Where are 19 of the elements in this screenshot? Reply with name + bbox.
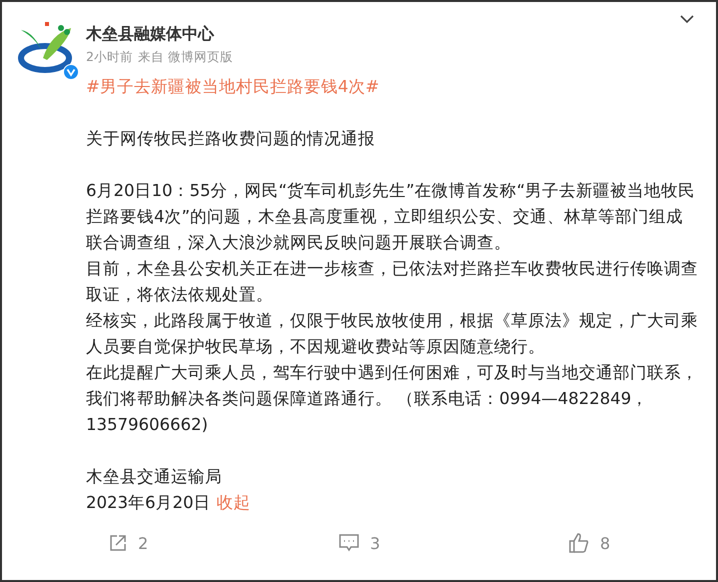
- post-time: 2小时前: [86, 49, 133, 66]
- post-paragraph: 目前，木垒县公安机关正在进一步核查，已依法对拦路拦车收费牧民进行传唤调查取证，将依法依规处置。: [86, 258, 698, 306]
- collapse-link[interactable]: 收起: [216, 490, 250, 516]
- post-paragraph: 经核实，此路段属于牧道，仅限于牧民放牧使用，根据《草原法》规定，广大司乘人员要自觉保护牧民草场，不因规避收费站等原因随意绕行。: [86, 310, 698, 358]
- post-paragraph: 木垒县交通运输局: [86, 466, 223, 488]
- post-source: 来自 微博网页版: [138, 49, 233, 66]
- hashtag-link[interactable]: #男子去新疆被当地村民拦路要钱4次#: [86, 74, 698, 100]
- author-name[interactable]: 木垒县融媒体中心: [86, 23, 233, 45]
- like-count: 8: [600, 534, 610, 552]
- share-icon[interactable]: [108, 533, 128, 553]
- post-paragraph: 关于网传牧民拦路收费问题的情况通报: [86, 128, 376, 150]
- comment-count: 3: [370, 534, 380, 552]
- post-paragraph: 6月20日10：55分，网民“货车司机彭先生”在微博首发称“男子去新疆被当地牧民拦路要钱4次”的问题，木垒县高度重视，立即组织公安、交通、林草等部门组成联合调查组，深入大浪沙就网民反映问题开展联合调查。: [86, 180, 696, 254]
- like-icon[interactable]: [568, 532, 590, 554]
- post-paragraph: 在此提醒广大司乘人员，驾车行驶中遇到任何困难，可及时与当地交通部门联系，我们将帮助解决各类问题保障道路通行。 （联系电话：0994—4822849，13579606662): [86, 362, 698, 436]
- chevron-down-icon[interactable]: [680, 15, 694, 24]
- share-count: 2: [138, 534, 148, 552]
- comment-icon[interactable]: [338, 533, 360, 553]
- post-date: 2023年6月20日: [86, 492, 210, 514]
